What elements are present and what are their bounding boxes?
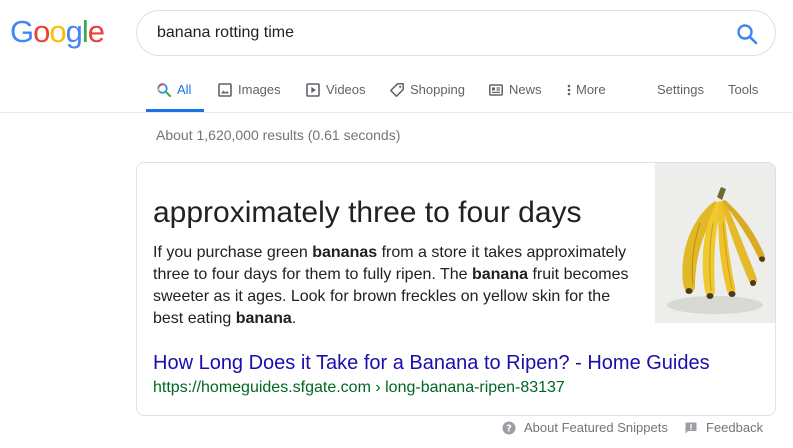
tab-videos[interactable]: Videos	[305, 78, 366, 112]
svg-text:?: ?	[506, 423, 512, 434]
tab-settings[interactable]: Settings	[657, 78, 704, 112]
google-logo[interactable]: Google	[10, 14, 105, 50]
feedback-icon	[684, 421, 698, 435]
tab-images[interactable]: Images	[217, 78, 281, 112]
more-vert-icon	[566, 82, 574, 98]
logo-letter: g	[65, 14, 83, 49]
logo-letter: e	[87, 14, 105, 49]
feedback-label: Feedback	[706, 420, 764, 435]
tab-label: Videos	[326, 82, 366, 97]
tab-label: News	[509, 82, 542, 97]
about-featured-snippets[interactable]: ? About Featured Snippets	[502, 420, 668, 435]
tab-label: More	[576, 82, 606, 97]
tab-label: Shopping	[410, 82, 465, 97]
snippet-highlight: banana	[471, 266, 528, 283]
image-icon	[217, 82, 233, 98]
logo-letter: G	[10, 14, 34, 49]
tab-label: Images	[238, 82, 281, 97]
search-icon[interactable]	[735, 22, 759, 46]
tab-more[interactable]: More	[566, 78, 606, 112]
tab-all[interactable]: All	[146, 78, 204, 112]
news-icon	[488, 82, 504, 98]
search-tabs: All Images Videos Shopping News More Set…	[146, 78, 786, 112]
result-url[interactable]: https://homeguides.sfgate.com › long-ban…	[153, 379, 565, 397]
snippet-highlight: banana	[235, 310, 292, 327]
tab-label: Settings	[657, 82, 704, 97]
about-label: About Featured Snippets	[524, 420, 668, 435]
result-title-link[interactable]: How Long Does it Take for a Banana to Ri…	[153, 350, 710, 376]
tab-shopping[interactable]: Shopping	[389, 78, 465, 112]
search-input[interactable]: banana rotting time	[157, 24, 294, 42]
snippet-text-part: .	[291, 310, 297, 327]
snippet-highlight: bananas	[312, 244, 378, 261]
tab-tools[interactable]: Tools	[728, 78, 758, 112]
result-stats: About 1,620,000 results (0.61 seconds)	[156, 127, 401, 143]
tab-news[interactable]: News	[488, 78, 542, 112]
header-divider	[0, 112, 793, 113]
snippet-text-part: If you purchase green	[153, 244, 313, 261]
feedback-link[interactable]: Feedback	[684, 420, 763, 435]
search-icon	[156, 82, 172, 98]
search-box[interactable]: banana rotting time	[136, 10, 776, 56]
logo-letter: o	[49, 14, 66, 49]
tab-label: All	[177, 82, 192, 97]
featured-snippet: approximately three to four days If you …	[136, 162, 776, 416]
tab-label: Tools	[728, 82, 759, 97]
snippet-text: If you purchase green bananas from a sto…	[153, 242, 638, 330]
snippet-answer: approximately three to four days	[153, 196, 582, 229]
help-icon: ?	[502, 421, 516, 435]
tag-icon	[389, 82, 405, 98]
logo-letter: o	[33, 14, 50, 49]
banana-bunch-image[interactable]	[655, 163, 775, 323]
play-icon	[305, 82, 321, 98]
